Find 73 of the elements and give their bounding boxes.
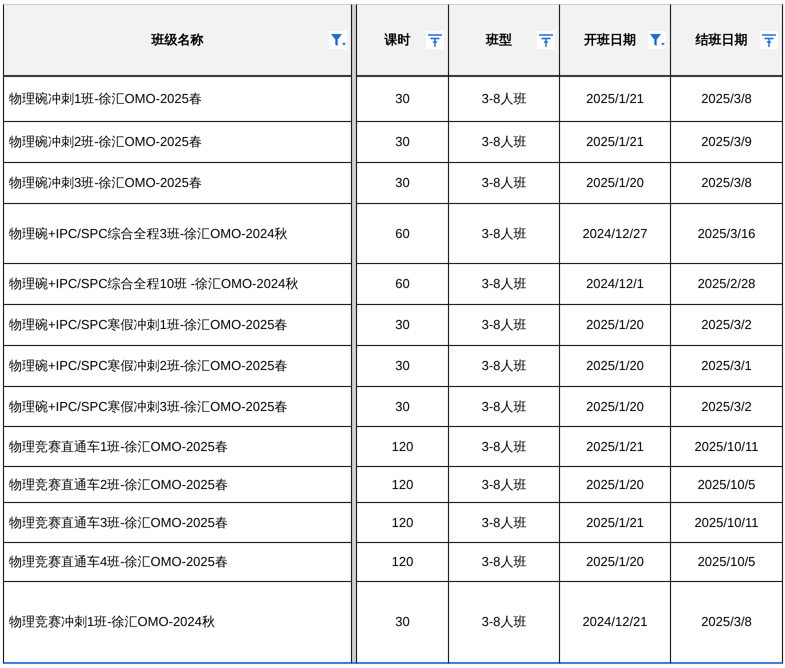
column-header: 班级名称	[152, 32, 204, 48]
table-cell: 物理碗+IPC/SPC综合全程10班 -徐汇OMO-2024秋	[3, 264, 352, 305]
table-cell: 物理碗+IPC/SPC寒假冲刺2班-徐汇OMO-2025春	[3, 346, 352, 387]
table-cell: 物理竞赛直通车2班-徐汇OMO-2025春	[3, 467, 352, 503]
column-header: 班型	[486, 32, 512, 48]
table-cell: 2025/1/20	[560, 543, 671, 582]
column-header: 课时	[384, 32, 410, 48]
table-cell: 2025/1/20	[560, 467, 671, 503]
filter-icon[interactable]	[760, 31, 778, 49]
table-cell: 60	[357, 204, 449, 264]
table-cell: 2025/10/5	[671, 467, 783, 503]
table-cell: 2025/3/8	[671, 582, 783, 664]
table-cell: 30	[357, 77, 449, 122]
table-cell: 2024/12/1	[560, 264, 671, 305]
table-cell: 2025/1/21	[560, 427, 671, 467]
table-cell: 2025/1/20	[560, 163, 671, 204]
table-cell: 2024/12/21	[560, 582, 671, 664]
table-cell: 120	[357, 467, 449, 503]
table-cell: 2025/3/2	[671, 387, 783, 427]
filter-active-icon[interactable]	[648, 31, 666, 49]
table-cell: 2025/1/20	[560, 305, 671, 346]
table-cell: 3-8人班	[449, 77, 560, 122]
table-cell: 120	[357, 503, 449, 543]
table-cell: 2025/3/9	[671, 122, 783, 163]
table-cell: 2025/1/21	[560, 503, 671, 543]
table-cell: 30	[357, 387, 449, 427]
table-cell: 120	[357, 427, 449, 467]
table-cell: 3-8人班	[449, 346, 560, 387]
table-cell: 2025/3/1	[671, 346, 783, 387]
table-cell: 物理竞赛直通车3班-徐汇OMO-2025春	[3, 503, 352, 543]
table-cell: 2024/12/27	[560, 204, 671, 264]
table-cell: 2025/1/20	[560, 387, 671, 427]
table-cell: 2025/10/5	[671, 543, 783, 582]
table-cell: 3-8人班	[449, 582, 560, 664]
table-cell: 2025/3/8	[671, 77, 783, 122]
table-cell: 物理竞赛直通车4班-徐汇OMO-2025春	[3, 543, 352, 582]
filter-active-icon[interactable]	[329, 31, 347, 49]
table-cell: 30	[357, 582, 449, 664]
table-cell: 物理竞赛直通车1班-徐汇OMO-2025春	[3, 427, 352, 467]
column-header: 开班日期	[584, 32, 636, 48]
table-cell: 物理碗+IPC/SPC寒假冲刺3班-徐汇OMO-2025春	[3, 387, 352, 427]
table-cell: 3-8人班	[449, 503, 560, 543]
table-cell: 物理碗冲刺2班-徐汇OMO-2025春	[3, 122, 352, 163]
table-cell: 3-8人班	[449, 204, 560, 264]
table-cell: 物理碗+IPC/SPC寒假冲刺1班-徐汇OMO-2025春	[3, 305, 352, 346]
table-cell: 30	[357, 346, 449, 387]
table-cell: 2025/3/2	[671, 305, 783, 346]
table-cell: 2025/3/8	[671, 163, 783, 204]
table-cell: 30	[357, 122, 449, 163]
column-header: 结班日期	[696, 32, 748, 48]
table-cell: 3-8人班	[449, 163, 560, 204]
table-cell: 物理碗冲刺3班-徐汇OMO-2025春	[3, 163, 352, 204]
table-cell: 3-8人班	[449, 264, 560, 305]
table-cell: 30	[357, 305, 449, 346]
table-cell: 30	[357, 163, 449, 204]
table-cell: 3-8人班	[449, 427, 560, 467]
table-cell: 2025/1/20	[560, 346, 671, 387]
table-cell: 3-8人班	[449, 467, 560, 503]
table-cell: 60	[357, 264, 449, 305]
filter-icon[interactable]	[537, 31, 555, 49]
table-cell: 2025/10/11	[671, 427, 783, 467]
table-cell: 2025/10/11	[671, 503, 783, 543]
table-cell: 3-8人班	[449, 122, 560, 163]
table-cell: 3-8人班	[449, 543, 560, 582]
table-cell: 3-8人班	[449, 387, 560, 427]
table-cell: 2025/1/21	[560, 77, 671, 122]
filter-icon[interactable]	[426, 31, 444, 49]
table-cell: 3-8人班	[449, 305, 560, 346]
table-cell: 120	[357, 543, 449, 582]
table-cell: 2025/1/21	[560, 122, 671, 163]
table-cell: 物理碗冲刺1班-徐汇OMO-2025春	[3, 77, 352, 122]
table-cell: 2025/2/28	[671, 264, 783, 305]
table-cell: 2025/3/16	[671, 204, 783, 264]
